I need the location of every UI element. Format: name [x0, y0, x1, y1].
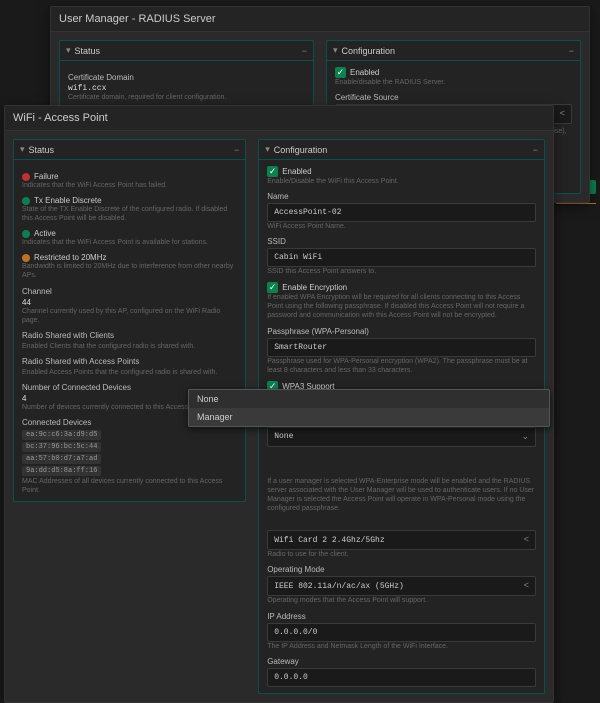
help-text: Operating modes that the Access Point wi… [267, 596, 536, 605]
operating-mode-select[interactable]: IEEE 802.11a/n/ac/ax (5GHz) < [267, 576, 536, 596]
check-icon: ✓ [267, 166, 278, 177]
radius-title: User Manager - RADIUS Server [51, 7, 589, 32]
chevron-down-icon: ▾ [20, 144, 25, 155]
collapse-icon: − [569, 46, 574, 56]
gateway-label: Gateway [267, 657, 536, 666]
checkbox-label: Enable Encryption [282, 283, 347, 292]
chevron-left-icon: < [524, 535, 529, 545]
passphrase-label: Passphrase (WPA-Personal) [267, 327, 536, 336]
channel-value: 44 [22, 298, 237, 307]
radio-clients-label: Radio Shared with Clients [22, 331, 237, 340]
radius-config-header[interactable]: ▾ Configuration − [327, 41, 580, 61]
chevron-down-icon: ⌄ [521, 432, 529, 442]
help-text: The IP Address and Netmask Length of the… [267, 642, 536, 651]
help-text: Enable/disable the RADIUS Server. [335, 78, 572, 87]
section-label: Configuration [274, 145, 328, 155]
select-value: None [274, 432, 293, 441]
mac-address: bc:37:96:bc:5c:44 [22, 442, 101, 452]
help-text: If a user manager is selected WPA-Enterp… [267, 477, 536, 513]
help-text: Indicates that the WiFi Access Point is … [22, 238, 237, 247]
help-text: SSID this Access Point answers to. [267, 267, 536, 276]
status-dot-green-icon [22, 230, 30, 238]
help-text: Enabled Access Points that the configure… [22, 368, 237, 377]
help-text: Certificate domain, required for client … [68, 93, 305, 102]
collapse-icon: − [302, 46, 307, 56]
collapse-icon: − [234, 145, 239, 155]
chevron-left-icon: < [524, 581, 529, 591]
check-icon: ✓ [267, 282, 278, 293]
dropdown-option-none[interactable]: None [189, 390, 549, 408]
chevron-down-icon: ▾ [333, 45, 338, 56]
ssid-input[interactable] [267, 248, 536, 267]
status-label: Tx Enable Discrete [34, 196, 102, 205]
wifi-status-header[interactable]: ▾ Status − [14, 140, 245, 160]
divider [556, 203, 596, 204]
cert-source-label: Certificate Source [335, 93, 572, 102]
status-dot-orange-icon [22, 254, 30, 262]
chevron-left-icon: < [560, 109, 565, 119]
active-status: Active [22, 229, 237, 238]
tx-enable-status: Tx Enable Discrete [22, 196, 237, 205]
user-manager-select[interactable]: None ⌄ [267, 427, 536, 447]
radio-select[interactable]: Wifi Card 2 2.4Ghz/5Ghz < [267, 530, 536, 550]
status-label: Failure [34, 172, 58, 181]
help-text: Enable/Disable the WiFi this Access Poin… [267, 177, 536, 186]
select-value: Wifi Card 2 2.4Ghz/5Ghz [274, 536, 384, 545]
radius-status-header[interactable]: ▾ Status − [60, 41, 313, 61]
mac-address: aa:57:b0:d7:a7:ad [22, 454, 101, 464]
chevron-down-icon: ▾ [66, 45, 71, 56]
operating-mode-label: Operating Mode [267, 565, 536, 574]
collapse-icon: − [533, 145, 538, 155]
status-label: Restricted to 20MHz [34, 253, 106, 262]
status-label: Active [34, 229, 56, 238]
cert-domain-value: wifi.ccx [68, 84, 305, 93]
wifi-enabled-checkbox[interactable]: ✓ Enabled [267, 166, 311, 177]
section-label: Configuration [342, 46, 396, 56]
ssid-label: SSID [267, 237, 536, 246]
passphrase-input[interactable] [267, 338, 536, 357]
ip-address-label: IP Address [267, 612, 536, 621]
mac-list: ea:9c:c6:3a:d9:d5 bc:37:96:bc:5c:44 aa:5… [22, 429, 237, 477]
help-text: State of the TX Enable Discrete of the c… [22, 205, 237, 223]
status-dot-red-icon [22, 173, 30, 181]
section-label: Status [29, 145, 55, 155]
gateway-input[interactable] [267, 668, 536, 687]
status-dot-green-icon [22, 197, 30, 205]
name-input[interactable] [267, 203, 536, 222]
help-text: Enabled Clients that the configured radi… [22, 342, 237, 351]
mac-address: ea:9c:c6:3a:d9:d5 [22, 430, 101, 440]
dropdown-option-manager[interactable]: Manager [189, 408, 549, 426]
ip-address-input[interactable] [267, 623, 536, 642]
help-text: Bandwidth is limited to 20MHz due to int… [22, 262, 237, 280]
chevron-down-icon: ▾ [265, 144, 270, 155]
mac-address: 9a:dd:d5:8a:ff:16 [22, 466, 101, 476]
check-icon: ✓ [335, 67, 346, 78]
checkbox-label: Enabled [282, 167, 311, 176]
help-text: Radio to use for the client. [267, 550, 536, 559]
help-text: Channel currently used by this AP, confi… [22, 307, 237, 325]
help-text: Passphrase used for WPA-Personal encrypt… [267, 357, 536, 375]
name-label: Name [267, 192, 536, 201]
user-manager-dropdown-menu: None Manager [188, 389, 550, 427]
cert-domain-label: Certificate Domain [68, 73, 305, 82]
help-text: WiFi Access Point Name. [267, 222, 536, 231]
help-text: MAC Addresses of all devices currently c… [22, 477, 237, 495]
help-text: If enabled WPA Encryption will be requir… [267, 293, 536, 320]
wifi-config-header[interactable]: ▾ Configuration − [259, 140, 544, 160]
checkbox-label: Enabled [350, 68, 379, 77]
restricted-status: Restricted to 20MHz [22, 253, 237, 262]
radius-enabled-checkbox[interactable]: ✓ Enabled [335, 67, 379, 78]
radio-aps-label: Radio Shared with Access Points [22, 357, 237, 366]
section-label: Status [75, 46, 101, 56]
channel-label: Channel [22, 287, 237, 296]
help-text: Indicates that the WiFi Access Point has… [22, 181, 237, 190]
wifi-status-section: ▾ Status − Failure Indicates that the WiF… [13, 139, 246, 502]
select-value: IEEE 802.11a/n/ac/ax (5GHz) [274, 582, 404, 591]
encryption-checkbox[interactable]: ✓ Enable Encryption [267, 282, 347, 293]
wifi-title: WiFi - Access Point [5, 106, 553, 131]
failure-status: Failure [22, 172, 237, 181]
